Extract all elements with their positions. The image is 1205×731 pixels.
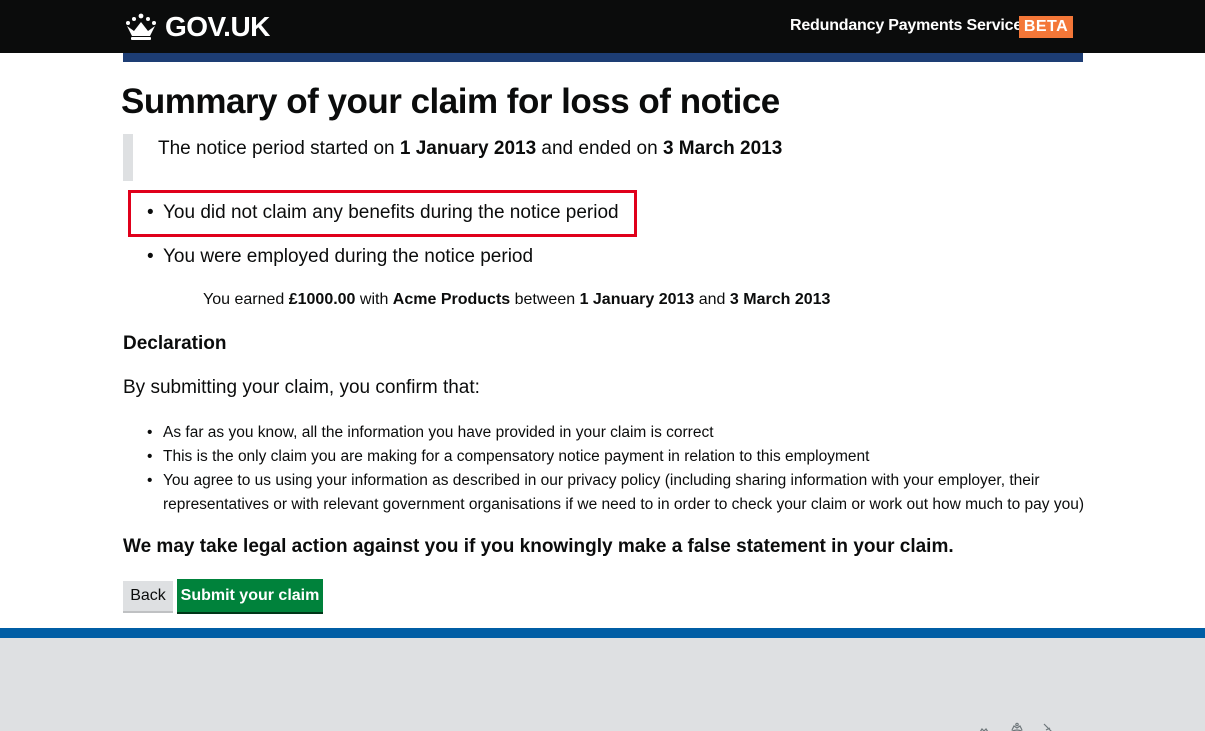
legal-warning: We may take legal action against you if …: [123, 536, 954, 557]
submit-claim-button[interactable]: Submit your claim: [177, 579, 323, 614]
declaration-list: As far as you know, all the information …: [147, 421, 1103, 517]
notice-period-text: The notice period started on 1 January 2…: [158, 138, 782, 160]
logo-text: GOV.UK: [165, 11, 270, 42]
page-title: Summary of your claim for loss of notice: [121, 82, 780, 121]
earned-and: and: [694, 291, 730, 308]
declaration-heading: Declaration: [123, 333, 227, 354]
site-footer: [0, 628, 1205, 731]
phase-tag: BETA: [1019, 16, 1073, 38]
crown-icon: [126, 13, 156, 40]
earned-start-date: 1 January 2013: [579, 291, 695, 308]
notice-prefix: The notice period started on: [158, 138, 400, 159]
employment-statement: You were employed during the notice peri…: [147, 246, 533, 268]
site-header: GOV.UK Redundancy Payments Service BETA: [0, 0, 1205, 53]
declaration-intro: By submitting your claim, you confirm th…: [123, 377, 480, 398]
declaration-item: As far as you know, all the information …: [147, 421, 1103, 445]
benefits-statement: You did not claim any benefits during th…: [147, 202, 619, 224]
notice-middle: and ended on: [536, 138, 663, 159]
employer-name: Acme Products: [392, 291, 511, 308]
header-accent-bar: [123, 53, 1083, 62]
earned-prefix: You earned: [203, 291, 289, 308]
earned-end-date: 3 March 2013: [729, 291, 831, 308]
declaration-item: You agree to us using your information a…: [147, 469, 1103, 517]
notice-period-inset: The notice period started on 1 January 2…: [123, 134, 782, 181]
royal-coat-of-arms-icon: [979, 722, 1052, 731]
service-name-link[interactable]: Redundancy Payments Service: [790, 17, 1022, 35]
earned-between: between: [510, 291, 580, 308]
declaration-item: This is the only claim you are making fo…: [147, 445, 1103, 469]
notice-start-date: 1 January 2013: [399, 138, 537, 159]
notice-end-date: 3 March 2013: [662, 138, 783, 159]
earned-amount: £1000.00: [288, 291, 356, 308]
back-button[interactable]: Back: [123, 581, 173, 613]
govuk-logo-link[interactable]: GOV.UK: [123, 11, 270, 43]
earned-with: with: [355, 291, 393, 308]
earnings-detail: You earned £1000.00 with Acme Products b…: [203, 291, 830, 309]
